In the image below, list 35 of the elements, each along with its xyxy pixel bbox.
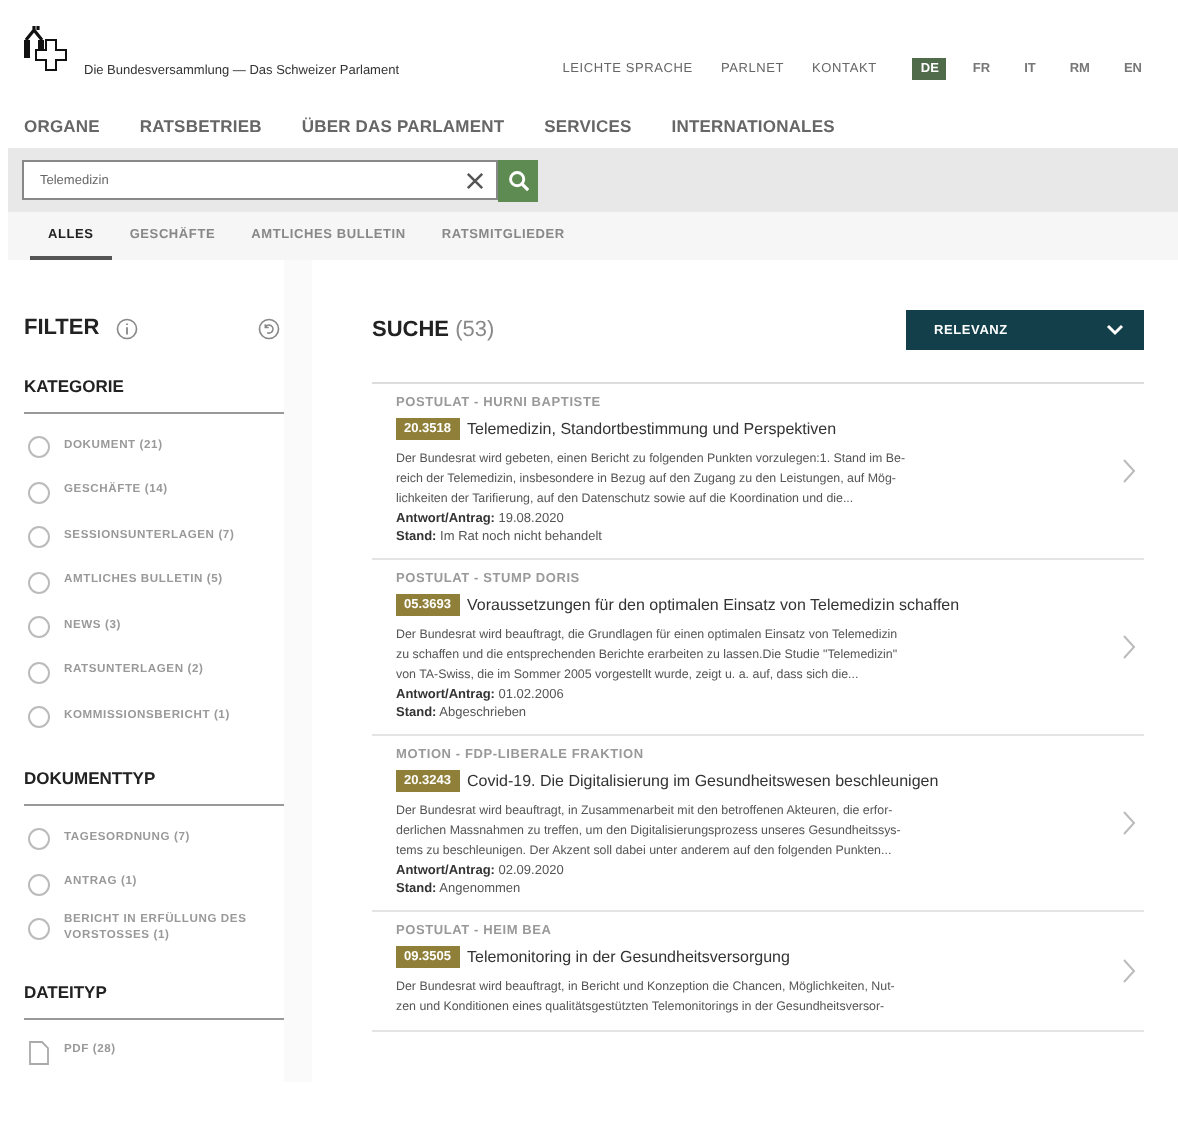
- radio-button[interactable]: [28, 436, 50, 458]
- nav-link[interactable]: INTERNATIONALES: [671, 116, 835, 148]
- radio-button[interactable]: [28, 918, 50, 941]
- clear-icon[interactable]: [466, 171, 484, 189]
- result-title-link[interactable]: Telemedizin, Standortbestimmung und Perspektiven: [467, 420, 837, 438]
- chevron-right-icon[interactable]: [1122, 958, 1136, 984]
- result-title-link[interactable]: Telemonitoring in der Gesundheitsversorgung: [467, 948, 790, 966]
- nav-link[interactable]: SERVICES: [544, 116, 632, 148]
- chevron-right-icon[interactable]: [1122, 634, 1136, 660]
- radio-button[interactable]: [28, 828, 50, 850]
- radio-button[interactable]: [28, 661, 50, 683]
- radio-button[interactable]: [28, 571, 50, 593]
- radio-button[interactable]: [28, 706, 50, 728]
- nav-link[interactable]: ÜBER DAS PARLAMENT: [301, 116, 505, 148]
- radio-button[interactable]: [28, 873, 50, 895]
- radio-button[interactable]: [28, 481, 50, 503]
- info-icon[interactable]: [115, 317, 138, 339]
- chevron-right-icon[interactable]: [1122, 458, 1136, 484]
- chevron-down-icon: [1106, 324, 1124, 336]
- search-icon: [507, 169, 529, 191]
- filter-group-title: KATEGORIE: [24, 376, 284, 414]
- reset-icon[interactable]: [258, 317, 280, 339]
- result-title-link[interactable]: Covid-19. Die Digitalisierung im Gesundheitswesen beschleunigen: [467, 772, 939, 790]
- nav-link[interactable]: ORGANE: [24, 116, 100, 148]
- filter-group-title: DOKUMENTTYP: [24, 768, 284, 806]
- filter-title: FILTER: [24, 316, 100, 340]
- result-title-link[interactable]: Voraussetzungen für den optimalen Einsatz von Telemedizin schaffen: [467, 596, 960, 614]
- radio-button[interactable]: [28, 616, 50, 638]
- filter-group-title: DATEITYP: [24, 981, 284, 1020]
- nav-link[interactable]: RATSBETRIEB: [139, 116, 262, 148]
- search-button[interactable]: [498, 159, 538, 201]
- results-title: SUCHE (53): [372, 318, 495, 342]
- chevron-right-icon[interactable]: [1122, 810, 1136, 836]
- document-icon[interactable]: [28, 1039, 50, 1066]
- radio-button[interactable]: [28, 526, 50, 548]
